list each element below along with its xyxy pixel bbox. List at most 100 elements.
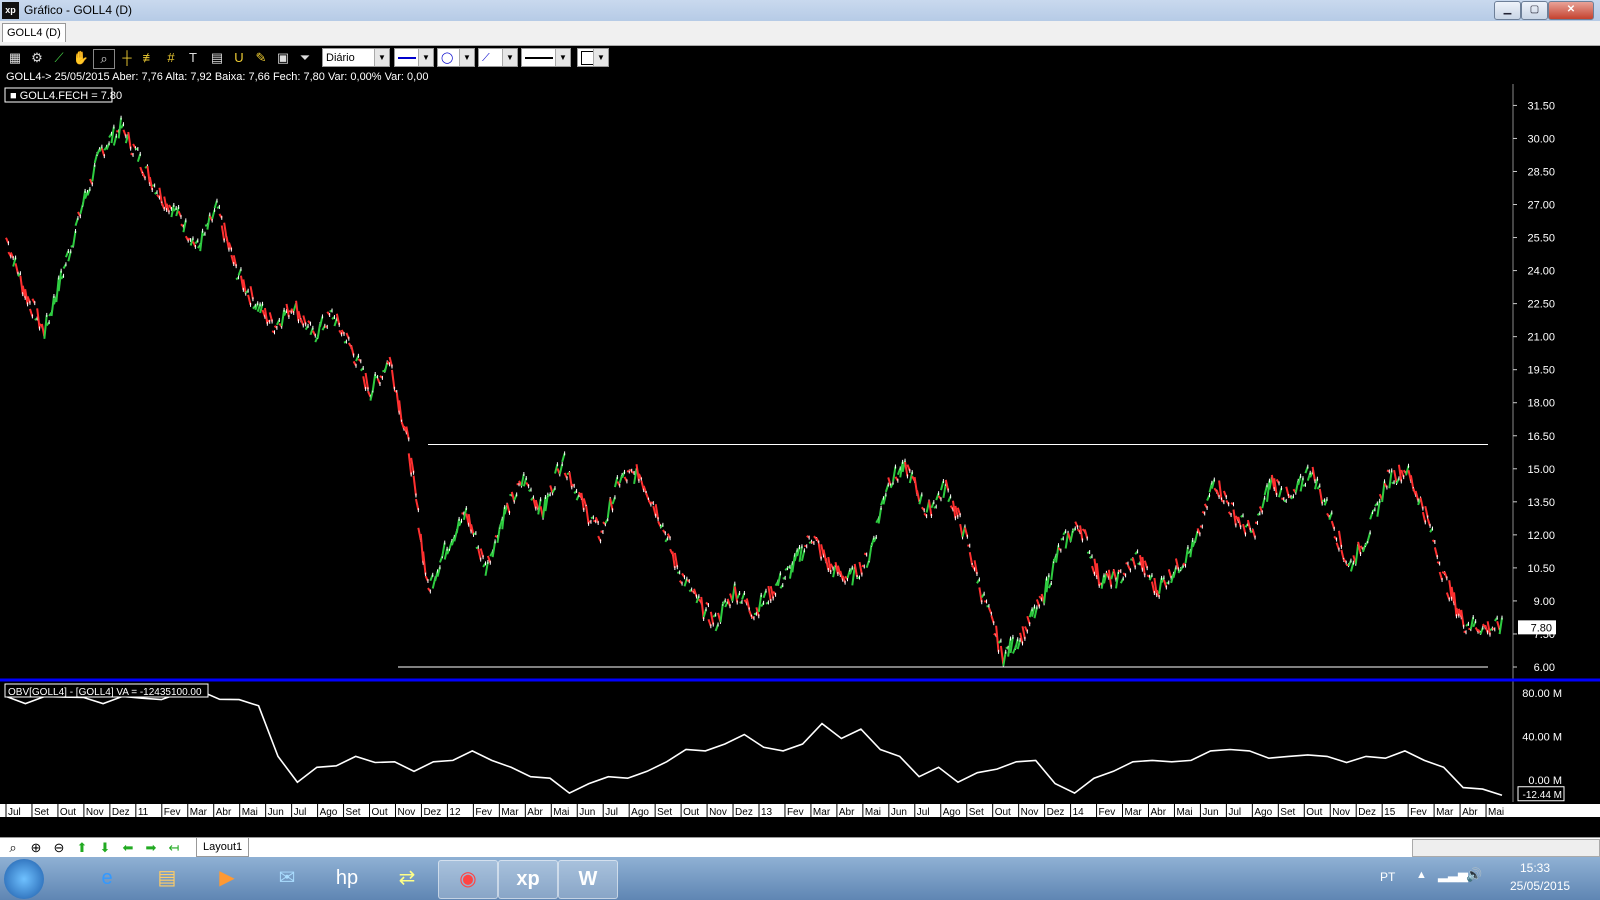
window-title: Gráfico - GOLL4 (D) [24, 3, 133, 17]
right-arrow-icon[interactable]: ➡ [142, 839, 160, 856]
month-label: Fev [787, 807, 804, 818]
maximize-button[interactable]: ▢ [1521, 1, 1548, 20]
shape-select[interactable]: ◯ ▼ [437, 48, 475, 67]
minimize-button[interactable]: ▁ [1494, 1, 1521, 20]
filter-icon[interactable]: ⏷ [295, 49, 315, 67]
month-label: Ago [631, 807, 649, 818]
up-arrow-icon[interactable]: ⬆ [73, 839, 91, 856]
text-icon[interactable]: T [183, 49, 203, 67]
network-icon[interactable]: ▂▃▅ [1438, 867, 1468, 883]
price-tick-label: 16.50 [1527, 431, 1555, 443]
zoom-out-icon[interactable]: ⊖ [50, 839, 68, 856]
month-label: Dez [1358, 807, 1376, 818]
chart-background [0, 84, 1600, 837]
line-style-select[interactable]: ▼ [521, 48, 571, 67]
chart-icon[interactable]: ▦ [5, 49, 25, 67]
gear-icon[interactable]: ⚙ [27, 49, 47, 67]
first-icon[interactable]: ↤ [165, 839, 183, 856]
xp-app-icon: xp [2, 2, 19, 19]
clock-time[interactable]: 15:33 [1520, 861, 1550, 875]
chevron-down-icon: ▼ [459, 49, 474, 66]
draw-tool-select[interactable]: ⟋ ▼ [478, 48, 518, 67]
period-select[interactable]: Diário ▼ [322, 48, 390, 67]
taskbar: e ▤ ▶ ✉ hp ⇄ ◉ xp W PT ▲ ▂▃▅ 🔊 15:33 25/… [0, 857, 1600, 900]
xp-icon[interactable]: xp [498, 860, 558, 899]
chevron-down-icon: ▼ [555, 49, 570, 66]
month-label: Mai [1176, 807, 1192, 818]
hand-icon[interactable]: ✋ [71, 49, 91, 67]
sync-icon[interactable]: ⇄ [378, 860, 436, 897]
price-chart[interactable]: 31.50 30.00 28.50 27.00 25.50 24.00 22.50 21.00… [0, 84, 1600, 837]
magnet-icon[interactable]: U [229, 49, 249, 67]
month-label: Jun [891, 807, 907, 818]
ie-icon[interactable]: e [78, 860, 136, 897]
left-arrow-icon[interactable]: ⬅ [119, 839, 137, 856]
month-label: 12 [449, 807, 461, 818]
obv-tick-label: 80.00 M [1522, 688, 1562, 700]
month-label: Dez [112, 807, 130, 818]
down-arrow-icon[interactable]: ⬇ [96, 839, 114, 856]
chevron-down-icon: ▼ [374, 49, 389, 66]
line-color-swatch [398, 57, 416, 60]
clock-date[interactable]: 25/05/2015 [1510, 879, 1570, 893]
bag-icon[interactable]: ▣ [273, 49, 293, 67]
trend-icon[interactable]: ⟋ [49, 49, 69, 67]
line-color-select[interactable]: ▼ [394, 48, 434, 67]
fibonacci-icon[interactable]: ≢ [139, 49, 159, 67]
month-label: Mai [1488, 807, 1504, 818]
word-icon[interactable]: W [558, 860, 618, 899]
price-tick-label: 15.00 [1527, 464, 1555, 476]
month-label: Mai [242, 807, 258, 818]
month-label: 13 [761, 807, 773, 818]
month-label: Abr [1462, 807, 1478, 818]
tab-bar: GOLL4 (D) [0, 21, 1600, 46]
zoom-area-icon[interactable]: ⌕ [93, 49, 115, 69]
calculator-icon[interactable]: ▤ [207, 49, 227, 67]
month-label: Jun [1202, 807, 1218, 818]
outlook-icon[interactable]: ✉ [258, 860, 316, 897]
crosshair-icon[interactable]: ┼ [117, 49, 137, 67]
volume-icon[interactable]: 🔊 [1466, 867, 1482, 883]
price-tick-label: 31.50 [1527, 100, 1555, 112]
obv-tick-label: 0.00 M [1528, 775, 1562, 787]
media-icon[interactable]: ▶ [198, 860, 256, 897]
price-tick-label: 24.00 [1527, 266, 1555, 278]
month-label: Abr [527, 807, 543, 818]
horizontal-scrollbar[interactable] [1412, 839, 1600, 857]
price-tick-label: 21.00 [1527, 332, 1555, 344]
chrome-icon[interactable]: ◉ [438, 860, 498, 899]
month-label: Nov [709, 807, 727, 818]
last-obv-label: -12.44 M [1523, 790, 1562, 801]
month-label: 15 [1384, 807, 1396, 818]
chevron-down-icon: ▼ [502, 49, 517, 66]
zoom-in-icon[interactable]: ⊕ [27, 839, 45, 856]
tray-arrow-icon[interactable]: ▲ [1416, 869, 1427, 881]
month-label: Out [683, 807, 699, 818]
month-label: Jul [294, 807, 307, 818]
layout-tab[interactable]: Layout1 [196, 838, 250, 857]
zoom-icon[interactable]: ⌕ [4, 839, 22, 856]
hp-icon[interactable]: hp [318, 860, 376, 897]
month-label: Mar [190, 807, 208, 818]
fill-select[interactable]: ▼ [577, 48, 609, 67]
pen-icon[interactable]: ✎ [251, 49, 271, 67]
month-label: Set [34, 807, 49, 818]
explorer-icon[interactable]: ▤ [138, 860, 196, 897]
circle-icon: ◯ [441, 52, 454, 64]
start-button[interactable] [4, 859, 44, 899]
month-label: Set [1280, 807, 1295, 818]
month-label: Nov [397, 807, 415, 818]
tab-goll4[interactable]: GOLL4 (D) [2, 23, 66, 42]
close-button[interactable]: ✕ [1548, 1, 1594, 20]
month-label: Mai [553, 807, 569, 818]
month-label: Fev [475, 807, 492, 818]
language-indicator[interactable]: PT [1380, 870, 1395, 884]
month-label: 11 [138, 807, 149, 818]
month-label: Jul [917, 807, 930, 818]
chart-toolbar: ▦ ⚙ ⟋ ✋ ⌕ ┼ ≢ # T ▤ U ✎ ▣ ⏷ Diário ▼ ▼ ◯ ▼… [0, 46, 1600, 70]
month-label: Out [995, 807, 1011, 818]
price-tick-label: 22.50 [1527, 299, 1555, 311]
grid-icon[interactable]: # [161, 49, 181, 67]
price-tick-label: 28.50 [1527, 166, 1555, 178]
chart-navigation-bar: ⌕ ⊕ ⊖ ⬆ ⬇ ⬅ ➡ ↤ Layout1 [0, 837, 1600, 857]
